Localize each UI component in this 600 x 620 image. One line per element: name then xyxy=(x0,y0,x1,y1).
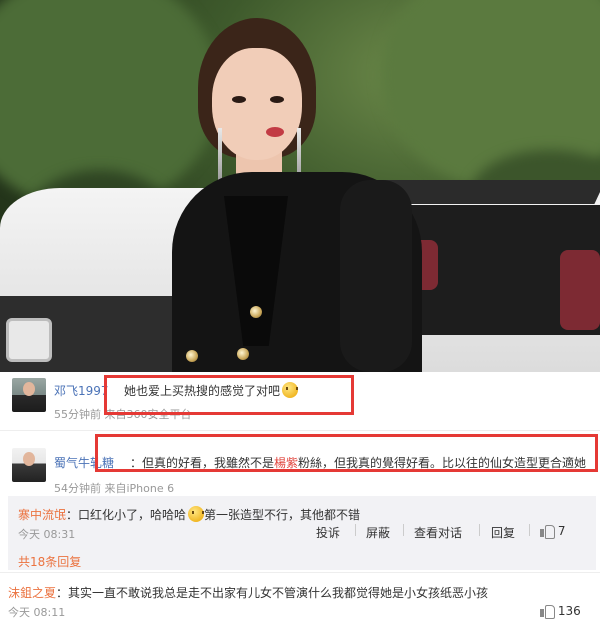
comment-text: 她也爱上买热搜的感觉了对吧 xyxy=(124,382,299,399)
avatar-face xyxy=(23,452,35,466)
divider xyxy=(0,430,600,431)
comment-meta: 54分钟前 来自iPhone 6 xyxy=(54,482,175,495)
comment-section: 邓飞1997 她也爱上买热搜的感觉了对吧 55分钟前 来自360安全平台 蜀气牛… xyxy=(0,372,600,619)
more-replies-link[interactable]: 共18条回复 xyxy=(18,553,81,570)
earring xyxy=(218,128,222,184)
thumbs-up-icon xyxy=(540,604,555,619)
comment-meta: 55分钟前 来自360安全平台 xyxy=(54,408,192,421)
reply-text: 寨中流氓：口红化小了，哈哈哈 第一张造型不行，其他都不错 xyxy=(18,506,360,523)
laugh-emoji-icon xyxy=(188,506,205,522)
woman-mouth xyxy=(266,127,284,137)
comment-username[interactable]: 蜀气牛轧糖 xyxy=(54,454,114,471)
thumbs-up-icon xyxy=(540,524,555,539)
comment-item: 邓飞1997 她也爱上买热搜的感觉了对吧 55分钟前 来自360安全平台 xyxy=(0,372,600,422)
reply-time: 今天 08:31 xyxy=(18,528,76,541)
comment-highlight[interactable]: 楊紫 xyxy=(274,456,298,470)
smile-emoji-icon xyxy=(282,382,299,398)
avatar[interactable] xyxy=(12,448,46,482)
woman-face xyxy=(212,48,302,160)
drama-still-photo xyxy=(0,0,600,372)
comment-text: 沫鉏之夏：其实一直不敢说我总是走不出家有儿女不管演什么我都觉得她是小女孩纸恶小孩 xyxy=(8,584,488,601)
comment-text-suffix: 粉絲，但我真的覺得好看。比以往的仙女造型更合適她 xyxy=(298,456,587,470)
comment-text-prefix: ：但真的好看，我雖然不是 xyxy=(130,456,275,470)
reply-link[interactable]: 回复 xyxy=(491,524,515,541)
comment-text-body: 她也爱上买热搜的感觉了对吧 xyxy=(124,384,281,398)
like-count: 136 xyxy=(557,604,581,618)
view-conversation-link[interactable]: 查看对话 xyxy=(414,524,462,541)
gold-button xyxy=(250,306,262,318)
block-link[interactable]: 屏蔽 xyxy=(366,524,390,541)
car-seat xyxy=(560,250,600,330)
reply-username[interactable]: 寨中流氓 xyxy=(18,508,66,522)
comment-text: ：但真的好看，我雖然不是楊紫粉絲，但我真的覺得好看。比以往的仙女造型更合適她 xyxy=(130,454,586,471)
car-side-mirror xyxy=(6,318,52,362)
gold-button xyxy=(186,350,198,362)
separator xyxy=(479,524,480,536)
like-button[interactable]: 7 xyxy=(540,524,566,539)
comment-username[interactable]: 沫鉏之夏 xyxy=(8,586,56,600)
separator xyxy=(529,524,530,536)
like-button[interactable]: 136 xyxy=(540,604,581,619)
avatar[interactable] xyxy=(12,378,46,412)
report-link[interactable]: 投诉 xyxy=(316,524,340,541)
comment-item: 蜀气牛轧糖 ：但真的好看，我雖然不是楊紫粉絲，但我真的覺得好看。比以往的仙女造型… xyxy=(0,442,600,495)
like-count: 7 xyxy=(557,524,566,538)
woman-eye xyxy=(270,96,284,103)
comment-time: 今天 08:11 xyxy=(8,606,66,619)
separator xyxy=(355,524,356,536)
comment-text-body: ：其实一直不敢说我总是走不出家有儿女不管演什么我都觉得她是小女孩纸恶小孩 xyxy=(56,586,489,600)
woman-arm xyxy=(340,180,412,372)
reply-text-body-2: 第一张造型不行，其他都不错 xyxy=(204,508,361,522)
separator xyxy=(403,524,404,536)
divider xyxy=(0,572,600,573)
gold-button xyxy=(237,348,249,360)
woman-eye xyxy=(232,96,246,103)
comment-username[interactable]: 邓飞1997 xyxy=(54,382,109,399)
reply-text-body: ：口红化小了，哈哈哈 xyxy=(66,508,187,522)
avatar-face xyxy=(23,382,35,396)
